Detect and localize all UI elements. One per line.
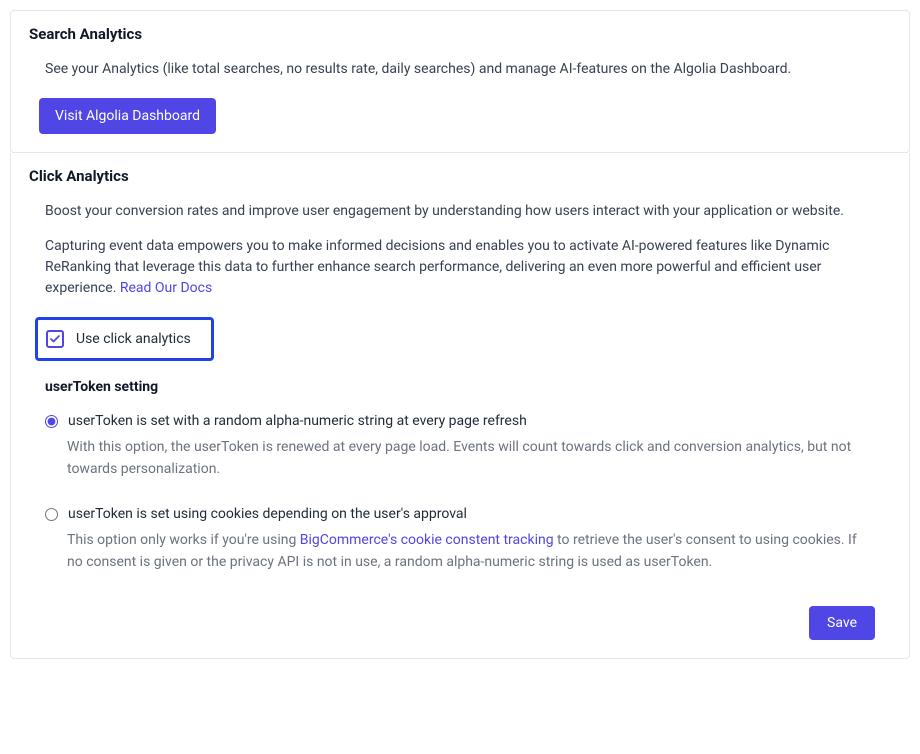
- click-analytics-desc-1: Boost your conversion rates and improve …: [45, 201, 875, 222]
- search-analytics-description: See your Analytics (like total searches,…: [45, 59, 875, 80]
- bigcommerce-cookie-link[interactable]: BigCommerce's cookie constent tracking: [300, 532, 554, 548]
- radio-random-description: With this option, the userToken is renew…: [45, 437, 875, 480]
- panel-body: See your Analytics (like total searches,…: [11, 53, 909, 152]
- user-token-heading: userToken setting: [45, 379, 875, 395]
- read-docs-link[interactable]: Read Our Docs: [120, 280, 212, 296]
- actions-row: Save: [45, 600, 875, 640]
- use-click-analytics-checkbox[interactable]: [46, 330, 64, 348]
- use-click-analytics-wrapper: Use click analytics: [35, 317, 214, 361]
- panel-body: Boost your conversion rates and improve …: [11, 195, 909, 658]
- radio-random-label[interactable]: userToken is set with a random alpha-num…: [68, 413, 527, 429]
- panel-header: Search Analytics: [11, 11, 909, 53]
- radio-cookies-label[interactable]: userToken is set using cookies depending…: [68, 506, 467, 522]
- radio-option-cookies: userToken is set using cookies depending…: [45, 506, 875, 573]
- click-analytics-panel: Click Analytics Boost your conversion ra…: [10, 153, 910, 659]
- save-button[interactable]: Save: [809, 606, 875, 640]
- use-click-analytics-label[interactable]: Use click analytics: [76, 331, 191, 347]
- click-analytics-title: Click Analytics: [29, 167, 891, 185]
- click-analytics-desc-2: Capturing event data empowers you to mak…: [45, 236, 875, 299]
- panel-header: Click Analytics: [11, 153, 909, 195]
- radio-random-string[interactable]: [45, 415, 58, 428]
- user-token-radio-group: userToken is set with a random alpha-num…: [45, 413, 875, 574]
- visit-dashboard-button[interactable]: Visit Algolia Dashboard: [39, 98, 216, 134]
- check-icon: [49, 333, 61, 345]
- search-analytics-title: Search Analytics: [29, 25, 891, 43]
- search-analytics-panel: Search Analytics See your Analytics (lik…: [10, 10, 910, 153]
- radio-cookies-description: This option only works if you're using B…: [45, 530, 875, 573]
- radio-cookies[interactable]: [45, 508, 58, 521]
- radio-option-random: userToken is set with a random alpha-num…: [45, 413, 875, 480]
- radio-cookies-desc-pre: This option only works if you're using: [67, 532, 300, 548]
